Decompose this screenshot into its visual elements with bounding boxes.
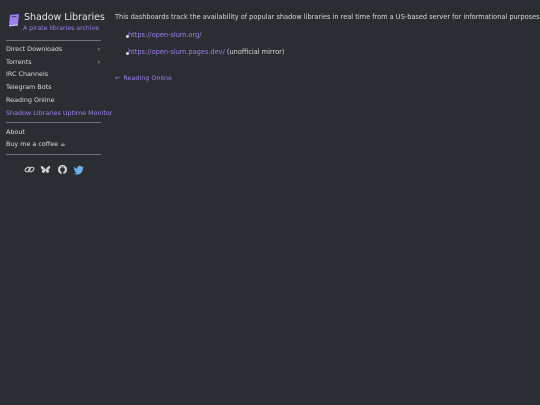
list-item: https://open-slum.org/	[128, 31, 201, 40]
bluesky-icon[interactable]	[40, 164, 51, 175]
brand[interactable]: Shadow Libraries A pirate libraries arch…	[7, 12, 105, 36]
sidebar-item-reading-online[interactable]: Reading Online	[6, 95, 101, 106]
sidebar-item-label: Buy me a coffee	[6, 140, 59, 148]
list-item: https://open-slum.pages.dev/ (unofficial…	[128, 48, 284, 57]
sidebar-item-label: Torrents	[6, 58, 32, 66]
sidebar: Shadow Libraries A pirate libraries arch…	[0, 0, 112, 405]
sidebar-item-torrents[interactable]: Torrents ›	[6, 57, 101, 68]
link-icon[interactable]	[24, 164, 35, 175]
chevron-right-icon: ›	[97, 46, 100, 53]
mirror-note: (unofficial mirror)	[224, 48, 285, 56]
sidebar-item-direct-downloads[interactable]: Direct Downloads ›	[6, 44, 101, 55]
back-link[interactable]: ← Reading Online	[115, 74, 172, 83]
site-title: Shadow Libraries	[24, 12, 105, 23]
sidebar-item-label: Telegram Bots	[6, 83, 52, 91]
sidebar-item-label: About	[6, 128, 25, 136]
book-icon	[9, 14, 19, 27]
sidebar-item-telegram-bots[interactable]: Telegram Bots	[6, 82, 101, 93]
divider	[6, 40, 101, 41]
site-subtitle: A pirate libraries archive	[22, 25, 100, 32]
arrow-left-icon: ←	[115, 74, 121, 82]
divider	[6, 154, 101, 155]
sidebar-item-label: Direct Downloads	[6, 45, 63, 53]
intro-text: This dashboards track the availability o…	[115, 13, 540, 21]
coffee-icon: ☕	[60, 141, 66, 148]
link-open-slum-pages[interactable]: https://open-slum.pages.dev/	[128, 48, 225, 56]
chevron-right-icon: ›	[97, 59, 100, 66]
link-open-slum[interactable]: https://open-slum.org/	[128, 31, 201, 39]
sidebar-item-uptime-monitor[interactable]: Shadow Libraries Uptime Monitor	[6, 108, 112, 119]
sidebar-item-label: Shadow Libraries Uptime Monitor	[6, 109, 113, 117]
github-icon[interactable]	[57, 164, 68, 175]
sidebar-item-irc-channels[interactable]: IRC Channels	[6, 69, 101, 80]
divider	[6, 122, 101, 123]
back-link-label: Reading Online	[123, 74, 172, 82]
sidebar-item-label: Reading Online	[6, 96, 55, 104]
sidebar-item-about[interactable]: About	[6, 127, 101, 138]
twitter-icon[interactable]	[73, 164, 84, 175]
sidebar-item-buy-me-a-coffee[interactable]: Buy me a coffee ☕	[6, 139, 101, 150]
sidebar-item-label: IRC Channels	[6, 70, 49, 78]
